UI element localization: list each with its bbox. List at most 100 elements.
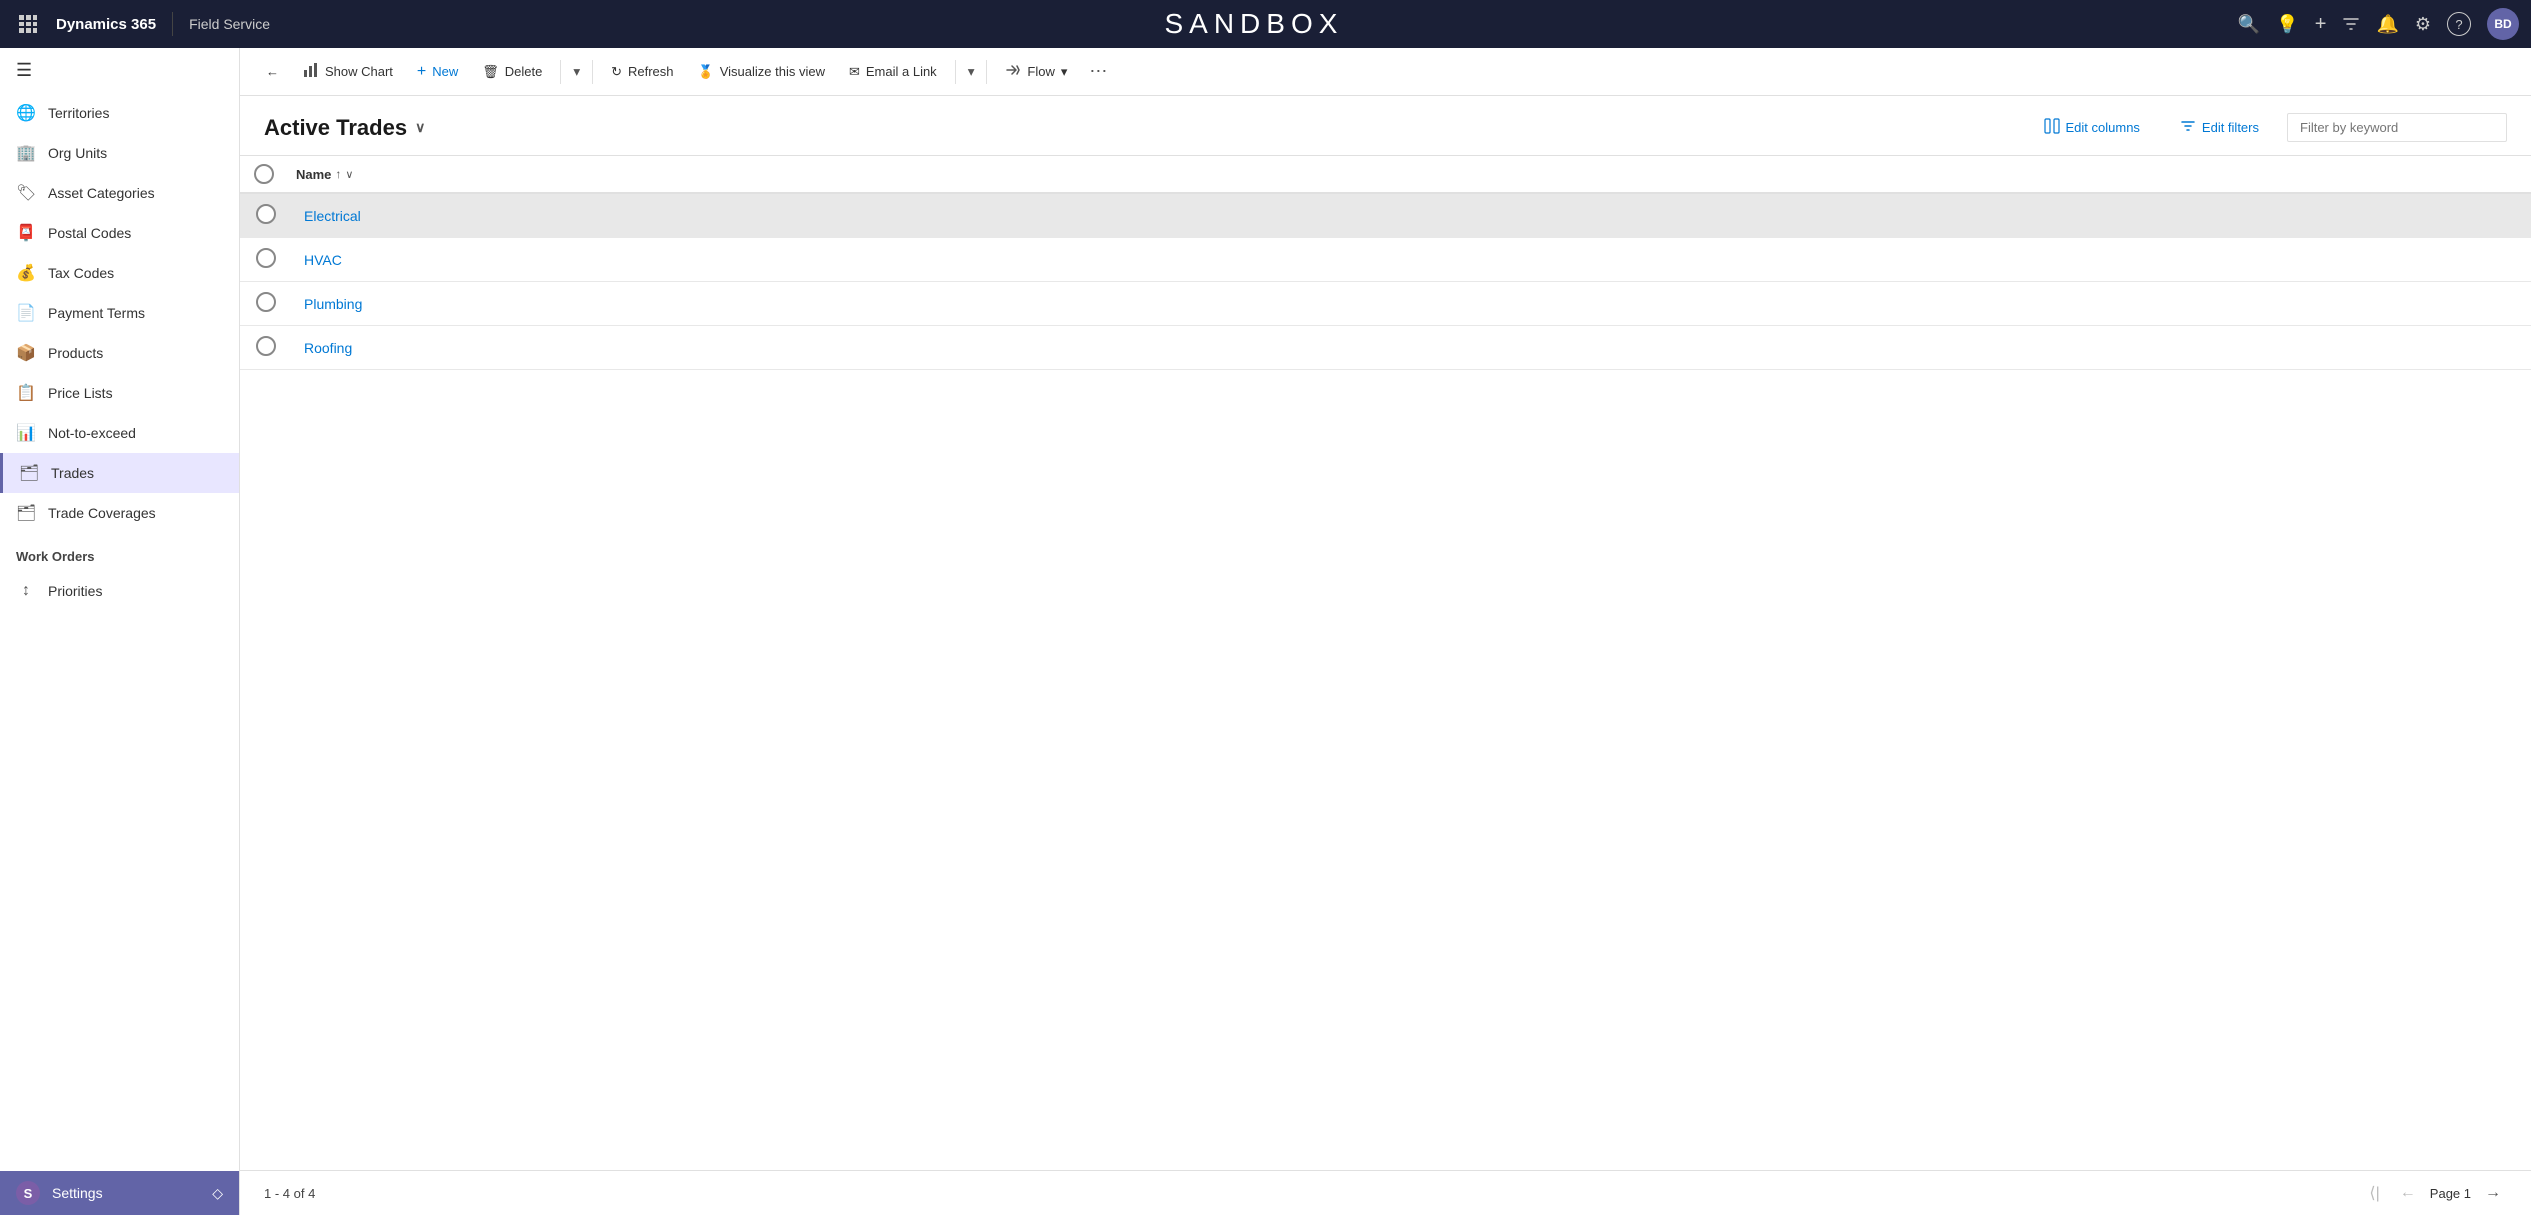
row-1-checkbox[interactable] bbox=[256, 204, 276, 224]
view-header: Active Trades ∨ Edit columns Edit filter… bbox=[240, 96, 2531, 156]
edit-filters-button[interactable]: Edit filters bbox=[2168, 112, 2271, 143]
row-1-name: Electrical bbox=[288, 198, 2531, 234]
topnav-icons: 🔍 💡 + 🔔 ⚙ ? BD bbox=[2238, 8, 2519, 40]
sidebar: ☰ 🌐 Territories 🏢 Org Units 🏷 Asset Cate… bbox=[0, 48, 240, 1215]
sidebar-label-territories: Territories bbox=[48, 105, 109, 121]
module-name: Field Service bbox=[189, 16, 270, 32]
row-3-name: Plumbing bbox=[288, 286, 2531, 322]
row-2-link[interactable]: HVAC bbox=[304, 252, 342, 268]
new-icon: + bbox=[417, 63, 426, 81]
sidebar-item-settings[interactable]: S Settings ◇ bbox=[0, 1171, 239, 1215]
row-1-check[interactable] bbox=[240, 194, 288, 237]
not-to-exceed-icon: 📊 bbox=[16, 423, 36, 443]
help-icon[interactable]: ? bbox=[2447, 12, 2471, 36]
trade-coverages-icon: 🗂 bbox=[16, 503, 36, 523]
payment-terms-icon: 📄 bbox=[16, 303, 36, 323]
view-actions: Edit columns Edit filters bbox=[2032, 112, 2508, 143]
email-dropdown-button[interactable]: ▾ bbox=[964, 58, 979, 86]
search-icon[interactable]: 🔍 bbox=[2238, 14, 2260, 35]
row-2-check[interactable] bbox=[240, 238, 288, 281]
more-options-button[interactable]: ⋯ bbox=[1081, 61, 1115, 82]
data-table: Name ↑ ∨ Electrical bbox=[240, 156, 2531, 370]
sidebar-item-asset-categories[interactable]: 🏷 Asset Categories bbox=[0, 173, 239, 213]
top-nav: Dynamics 365 Field Service SANDBOX 🔍 💡 +… bbox=[0, 0, 2531, 48]
header-name-col: Name ↑ ∨ bbox=[288, 167, 2531, 182]
view-title-group: Active Trades ∨ bbox=[264, 115, 425, 141]
sidebar-item-priorities[interactable]: ↕ Priorities bbox=[0, 572, 239, 610]
sidebar-item-postal-codes[interactable]: 📮 Postal Codes bbox=[0, 213, 239, 253]
row-3-checkbox[interactable] bbox=[256, 292, 276, 312]
edit-columns-button[interactable]: Edit columns bbox=[2032, 112, 2152, 143]
sidebar-label-products: Products bbox=[48, 345, 103, 361]
sidebar-item-trade-coverages[interactable]: 🗂 Trade Coverages bbox=[0, 493, 239, 533]
show-chart-button[interactable]: Show Chart bbox=[293, 56, 403, 87]
row-4-name: Roofing bbox=[288, 330, 2531, 366]
sidebar-label-price-lists: Price Lists bbox=[48, 385, 113, 401]
row-3-link[interactable]: Plumbing bbox=[304, 296, 362, 312]
table-row: Roofing bbox=[240, 326, 2531, 370]
table-area: Name ↑ ∨ Electrical bbox=[240, 156, 2531, 1170]
sidebar-item-org-units[interactable]: 🏢 Org Units bbox=[0, 133, 239, 173]
sidebar-item-payment-terms[interactable]: 📄 Payment Terms bbox=[0, 293, 239, 333]
back-icon: ← bbox=[266, 64, 279, 79]
email-button[interactable]: ✉ Email a Link bbox=[839, 58, 947, 86]
plus-icon[interactable]: + bbox=[2315, 13, 2327, 36]
visualize-button[interactable]: 🏅 Visualize this view bbox=[688, 58, 835, 86]
row-3-check[interactable] bbox=[240, 282, 288, 325]
first-page-button[interactable]: ⟨| bbox=[2363, 1179, 2385, 1207]
delete-button[interactable]: 🗑 Delete bbox=[472, 58, 552, 86]
app-grid-button[interactable] bbox=[12, 8, 44, 40]
sidebar-label-tax-codes: Tax Codes bbox=[48, 265, 114, 281]
app-name: Dynamics 365 bbox=[56, 16, 156, 33]
refresh-button[interactable]: ↻ Refresh bbox=[601, 58, 683, 86]
row-4-link[interactable]: Roofing bbox=[304, 340, 352, 356]
sidebar-hamburger[interactable]: ☰ bbox=[0, 48, 239, 93]
view-title-chevron[interactable]: ∨ bbox=[415, 119, 425, 136]
col-name-label: Name bbox=[296, 167, 331, 182]
new-button[interactable]: + New bbox=[407, 57, 468, 87]
sidebar-item-not-to-exceed[interactable]: 📊 Not-to-exceed bbox=[0, 413, 239, 453]
refresh-label: Refresh bbox=[628, 64, 674, 79]
table-footer: 1 - 4 of 4 ⟨| ← Page 1 → bbox=[240, 1170, 2531, 1215]
lightbulb-icon[interactable]: 💡 bbox=[2276, 14, 2298, 35]
toolbar: ← Show Chart + New 🗑 Delete ▾ ↻ Refres bbox=[240, 48, 2531, 96]
trades-icon: 🗂 bbox=[19, 463, 39, 483]
gear-icon[interactable]: ⚙ bbox=[2415, 14, 2431, 35]
sandbox-title: SANDBOX bbox=[278, 8, 2230, 40]
settings-icon: S bbox=[16, 1181, 40, 1205]
table-row: Plumbing bbox=[240, 282, 2531, 326]
content-area: ← Show Chart + New 🗑 Delete ▾ ↻ Refres bbox=[240, 48, 2531, 1215]
delete-icon: 🗑 bbox=[482, 64, 499, 80]
sidebar-label-trades: Trades bbox=[51, 465, 94, 481]
territories-icon: 🌐 bbox=[16, 103, 36, 123]
delete-dropdown-button[interactable]: ▾ bbox=[569, 58, 584, 86]
filter-by-keyword-input[interactable] bbox=[2287, 113, 2507, 142]
tax-codes-icon: 💰 bbox=[16, 263, 36, 283]
sidebar-item-territories[interactable]: 🌐 Territories bbox=[0, 93, 239, 133]
prev-page-button[interactable]: ← bbox=[2394, 1180, 2422, 1206]
user-avatar[interactable]: BD bbox=[2487, 8, 2519, 40]
delete-label: Delete bbox=[505, 64, 543, 79]
sort-asc-icon[interactable]: ↑ bbox=[335, 167, 341, 181]
flow-button[interactable]: Flow ▾ bbox=[995, 56, 1077, 87]
sidebar-item-trades[interactable]: 🗂 Trades bbox=[0, 453, 239, 493]
bell-icon[interactable]: 🔔 bbox=[2376, 14, 2398, 35]
next-page-button[interactable]: → bbox=[2479, 1180, 2507, 1206]
filter-icon[interactable] bbox=[2342, 15, 2360, 33]
sidebar-item-products[interactable]: 📦 Products bbox=[0, 333, 239, 373]
email-label: Email a Link bbox=[866, 64, 937, 79]
visualize-icon: 🏅 bbox=[698, 64, 714, 80]
sort-dropdown-icon[interactable]: ∨ bbox=[345, 168, 353, 181]
back-button[interactable]: ← bbox=[256, 58, 289, 85]
row-4-check[interactable] bbox=[240, 326, 288, 369]
sidebar-item-tax-codes[interactable]: 💰 Tax Codes bbox=[0, 253, 239, 293]
nav-divider bbox=[172, 12, 173, 36]
page-label: Page 1 bbox=[2430, 1186, 2471, 1201]
row-2-checkbox[interactable] bbox=[256, 248, 276, 268]
header-check-col bbox=[240, 164, 288, 184]
sidebar-item-price-lists[interactable]: 📋 Price Lists bbox=[0, 373, 239, 413]
row-4-checkbox[interactable] bbox=[256, 336, 276, 356]
visualize-label: Visualize this view bbox=[720, 64, 825, 79]
select-all-checkbox[interactable] bbox=[254, 164, 274, 184]
row-1-link[interactable]: Electrical bbox=[304, 208, 361, 224]
